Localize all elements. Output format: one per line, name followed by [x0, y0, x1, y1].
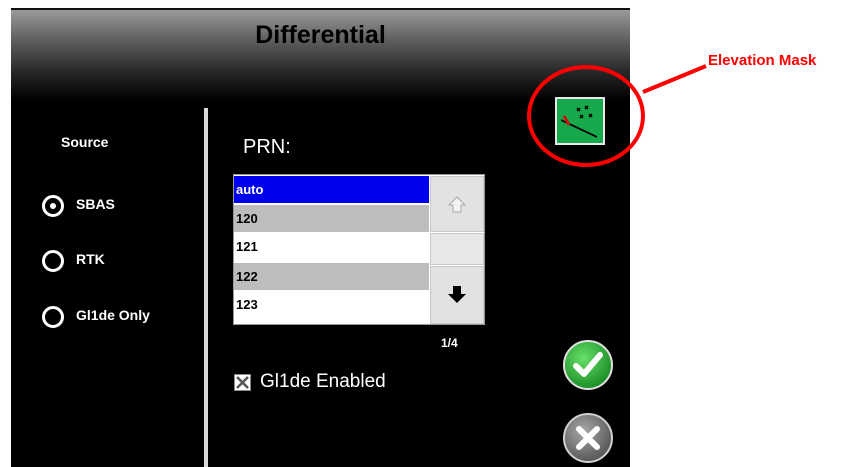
radio-rtk-label[interactable]: RTK: [76, 251, 105, 267]
checkmark-icon: [573, 352, 603, 377]
list-item[interactable]: 123: [234, 291, 429, 318]
glide-enabled-checkbox[interactable]: [234, 374, 251, 391]
checkbox-x-icon: [236, 376, 249, 389]
radio-rtk[interactable]: [42, 250, 64, 272]
header-bar: Differential: [11, 10, 630, 100]
x-icon: [576, 426, 600, 450]
scroll-up-button[interactable]: [430, 176, 484, 232]
page-indicator: 1/4: [441, 336, 458, 350]
vertical-divider: [204, 108, 208, 467]
elevation-mask-button[interactable]: [555, 97, 605, 145]
list-item[interactable]: 121: [234, 233, 429, 260]
arrow-down-icon: [448, 286, 466, 303]
arrow-up-icon: [447, 196, 467, 213]
page-title: Differential: [255, 21, 386, 49]
elevation-mask-icon: [561, 105, 597, 138]
list-item[interactable]: 122: [234, 263, 429, 290]
glide-enabled-label[interactable]: Gl1de Enabled: [260, 371, 386, 393]
radio-glide-only[interactable]: [42, 306, 64, 328]
prn-list: auto 120 121 122 123: [233, 174, 485, 325]
list-item[interactable]: 120: [234, 205, 429, 232]
annotation-leader-line: [642, 64, 707, 94]
radio-glide-only-label[interactable]: Gl1de Only: [76, 307, 150, 323]
scroll-track[interactable]: [430, 233, 484, 265]
source-label: Source: [61, 134, 109, 150]
device-screen: Differential Source SBAS RTK Gl1de Only …: [11, 8, 630, 467]
radio-sbas-label[interactable]: SBAS: [76, 196, 115, 212]
cancel-button[interactable]: [563, 413, 613, 463]
radio-selected-dot: [50, 203, 56, 209]
list-item[interactable]: auto: [234, 176, 429, 203]
prn-label: PRN:: [243, 136, 291, 158]
scroll-down-button[interactable]: [430, 266, 484, 324]
annotation-label: Elevation Mask: [708, 52, 817, 69]
radio-sbas[interactable]: [42, 195, 64, 217]
ok-button[interactable]: [563, 340, 613, 390]
